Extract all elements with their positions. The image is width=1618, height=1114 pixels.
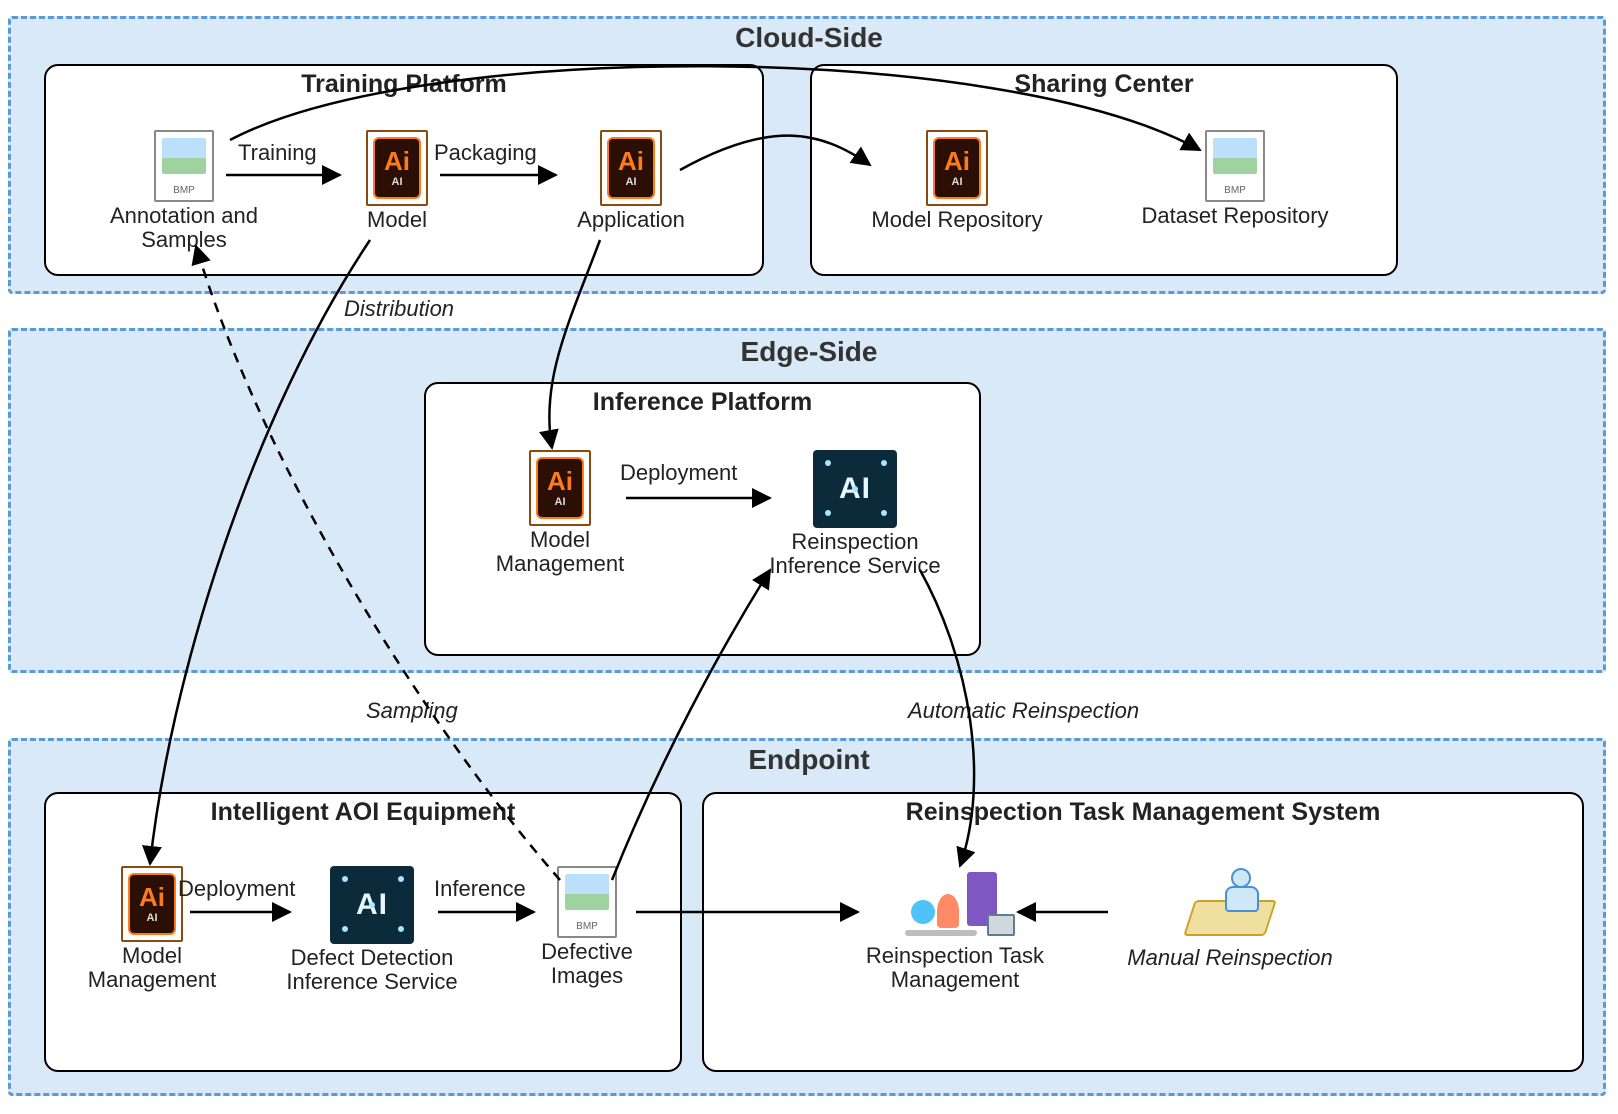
- node-manual-reinspection: Manual Reinspection: [1100, 866, 1360, 970]
- ai-file-icon: AiAI: [926, 130, 988, 206]
- box-training-platform-title: Training Platform: [301, 70, 507, 99]
- edge-deployment-edge-label: Deployment: [620, 460, 737, 486]
- edge-automatic-reinspection-label: Automatic Reinspection: [908, 698, 1139, 724]
- node-model-management-endpoint-label: ModelManagement: [88, 944, 216, 992]
- ai-network-icon: AI: [330, 866, 414, 944]
- node-defective-images-label: DefectiveImages: [541, 940, 633, 988]
- box-reinspection-system-title: Reinspection Task Management System: [906, 798, 1381, 827]
- node-reinspection-inference-service: AI ReinspectionInference Service: [750, 450, 960, 578]
- ai-network-icon: AI: [813, 450, 897, 528]
- node-model-label: Model: [367, 208, 427, 232]
- node-reinspection-inference-service-label: ReinspectionInference Service: [769, 530, 940, 578]
- edge-sampling-label: Sampling: [366, 698, 458, 724]
- task-server-icon: [895, 866, 1015, 942]
- node-application-label: Application: [577, 208, 685, 232]
- operator-icon: [1185, 866, 1275, 944]
- ai-file-icon: AiAI: [121, 866, 183, 942]
- node-reinspection-task-management-label: Reinspection TaskManagement: [866, 944, 1044, 992]
- ai-file-icon: AiAI: [366, 130, 428, 206]
- node-annotation-samples-label: Annotation andSamples: [110, 204, 258, 252]
- node-dataset-repository: Dataset Repository: [1120, 130, 1350, 228]
- box-sharing-center-title: Sharing Center: [1014, 70, 1193, 99]
- edge-inference-label: Inference: [434, 876, 526, 902]
- box-aoi-equipment-title: Intelligent AOI Equipment: [211, 798, 516, 827]
- box-inference-platform-title: Inference Platform: [593, 388, 813, 417]
- node-application: AiAI Application: [556, 130, 706, 232]
- node-manual-reinspection-label: Manual Reinspection: [1127, 946, 1332, 970]
- node-model-repository: AiAI Model Repository: [852, 130, 1062, 232]
- layer-edge-title: Edge-Side: [741, 336, 878, 368]
- edge-distribution-label: Distribution: [344, 296, 454, 322]
- node-model-management-edge-label: ModelManagement: [496, 528, 624, 576]
- node-model-repository-label: Model Repository: [871, 208, 1042, 232]
- ai-file-icon: AiAI: [529, 450, 591, 526]
- bmp-icon: [1205, 130, 1265, 202]
- node-reinspection-task-management: Reinspection TaskManagement: [830, 866, 1080, 992]
- edge-training-label: Training: [238, 140, 317, 166]
- node-defective-images: DefectiveImages: [512, 866, 662, 988]
- bmp-icon: [154, 130, 214, 202]
- node-dataset-repository-label: Dataset Repository: [1141, 204, 1328, 228]
- node-defect-detection-service-label: Defect DetectionInference Service: [286, 946, 457, 994]
- ai-file-icon: AiAI: [600, 130, 662, 206]
- bmp-icon: [557, 866, 617, 938]
- layer-endpoint-title: Endpoint: [748, 744, 869, 776]
- edge-deployment-endpoint-label: Deployment: [178, 876, 295, 902]
- edge-packaging-label: Packaging: [434, 140, 537, 166]
- layer-cloud-title: Cloud-Side: [735, 22, 883, 54]
